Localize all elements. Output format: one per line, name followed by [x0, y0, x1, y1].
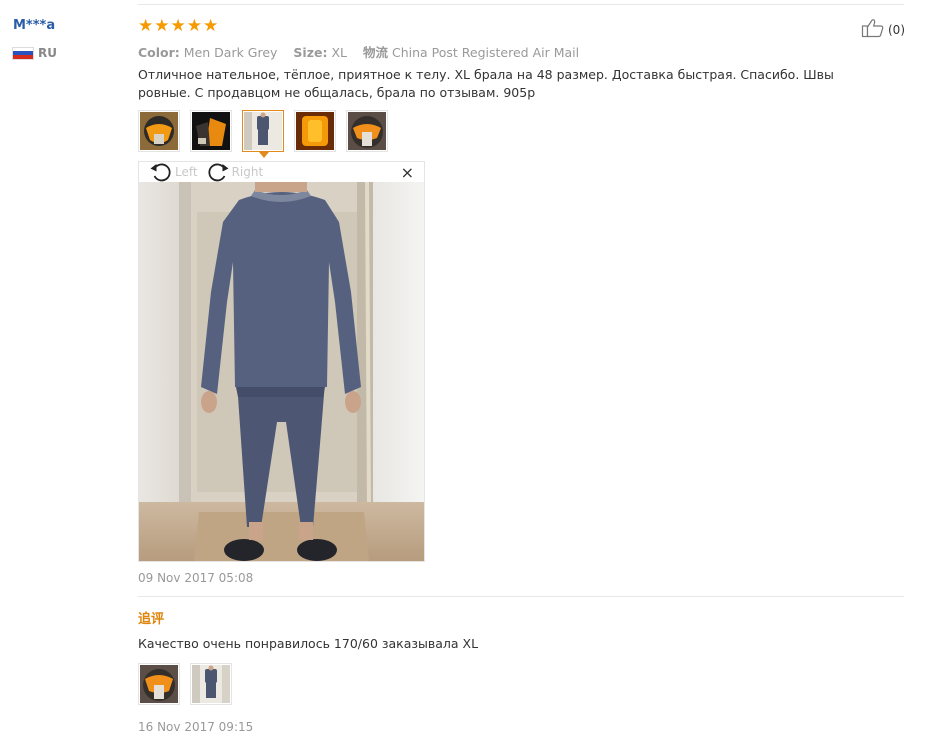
close-icon[interactable]: × [401, 163, 414, 182]
star-icon: ★ [186, 16, 202, 36]
reviewer-country: RU [13, 46, 57, 60]
star-icon: ★ [203, 16, 219, 36]
section-divider [138, 596, 904, 597]
color-value: Men Dark Grey [183, 45, 278, 60]
rotate-left-icon[interactable] [149, 162, 173, 182]
thumbs-up-icon[interactable] [861, 18, 885, 41]
top-divider [138, 4, 904, 5]
review-thumbnail[interactable] [294, 110, 336, 152]
helpful-button[interactable]: (0) [861, 18, 905, 41]
rotate-left-button[interactable]: Left [149, 162, 198, 182]
star-icon: ★ [138, 16, 154, 36]
additional-thumbnails [138, 663, 232, 705]
rotate-right-button[interactable]: Right [206, 162, 264, 182]
star-rating: ★ ★ ★ ★ ★ [138, 17, 218, 35]
review-thumbnail-selected[interactable] [242, 110, 284, 158]
size-label: Size: [293, 45, 328, 60]
review-thumbnail[interactable] [138, 110, 180, 152]
viewer-toolbar: Left Right × [139, 162, 424, 182]
rotate-left-label[interactable]: Left [175, 165, 198, 179]
rotate-right-icon[interactable] [206, 162, 230, 182]
russia-flag-icon [13, 47, 33, 59]
helpful-count: (0) [888, 22, 905, 37]
review-thumbnail[interactable] [346, 110, 388, 152]
star-icon: ★ [170, 16, 186, 36]
color-label: Color: [138, 45, 180, 60]
order-attributes: Color: Men Dark Grey Size: XL 物流 China P… [138, 42, 579, 61]
reviewer-name[interactable]: M***a [13, 18, 55, 33]
shipping-value: China Post Registered Air Mail [391, 45, 580, 60]
additional-review-text: Качество очень понравилось 170/60 заказы… [138, 636, 479, 651]
image-viewer: Left Right × [138, 161, 425, 562]
additional-review-date: 16 Nov 2017 09:15 [138, 720, 254, 734]
shipping-label: 物流 [362, 45, 388, 60]
review-thumbnails [138, 110, 388, 158]
review-date: 09 Nov 2017 05:08 [138, 571, 254, 585]
review-thumbnail[interactable] [190, 663, 232, 705]
review-text: Отличное нательное, тёплое, приятное к т… [138, 67, 834, 100]
review-photo [139, 182, 424, 561]
star-icon: ★ [154, 16, 170, 36]
size-value: XL [331, 45, 347, 60]
review-thumbnail[interactable] [138, 663, 180, 705]
country-code: RU [38, 46, 57, 60]
rotate-right-label[interactable]: Right [232, 165, 264, 179]
review-thumbnail[interactable] [190, 110, 232, 152]
additional-review-heading: 追评 [138, 612, 165, 627]
